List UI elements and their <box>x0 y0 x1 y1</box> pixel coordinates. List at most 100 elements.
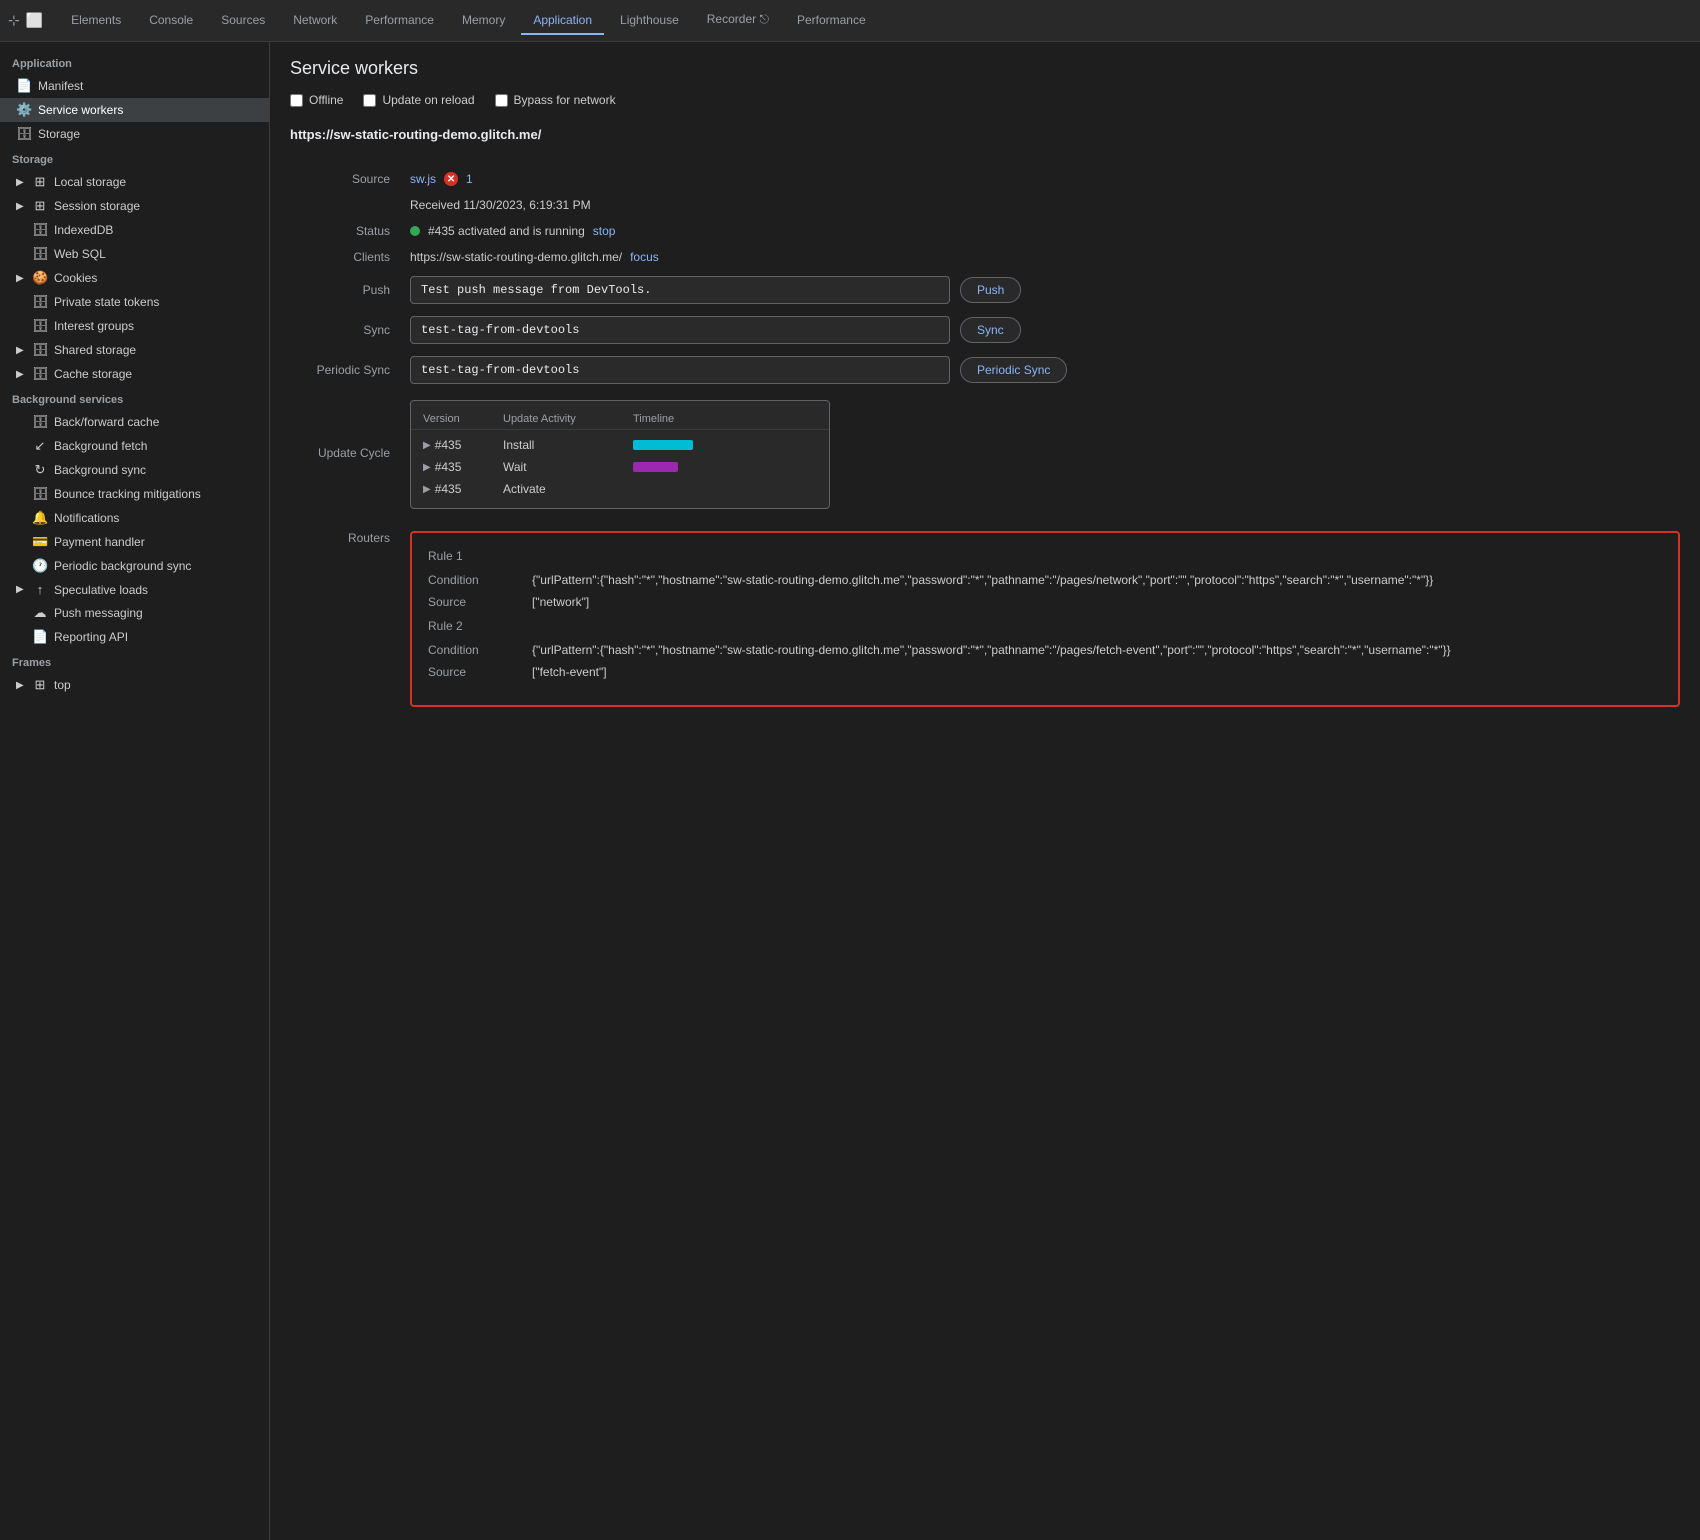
sidebar-item-cookies[interactable]: ▶ 🍪 Cookies <box>0 266 269 290</box>
bypass-for-network-checkbox-label[interactable]: Bypass for network <box>495 93 616 107</box>
offline-label: Offline <box>309 93 343 107</box>
expand-icon: ▶ <box>16 345 26 356</box>
rule-1-condition-label: Condition <box>428 571 528 589</box>
tab-memory[interactable]: Memory <box>450 7 517 35</box>
push-input-row: Push <box>410 276 1021 304</box>
table-row[interactable]: ▶ #435 Install <box>411 434 829 456</box>
activity-header: Update Activity <box>503 413 633 425</box>
bg-sync-icon: ↻ <box>32 462 48 478</box>
device-icon[interactable]: ⬜ <box>26 12 43 29</box>
sidebar-item-indexeddb[interactable]: ▶ 🗄 IndexedDB <box>0 218 269 242</box>
periodic-sync-input[interactable] <box>410 356 950 384</box>
update-cycle-container: Version Update Activity Timeline ▶ #435 … <box>410 400 830 509</box>
version-cell-2: ▶ #435 <box>423 460 503 474</box>
sidebar-item-periodic-bg-sync[interactable]: ▶ 🕐 Periodic background sync <box>0 554 269 578</box>
sync-button[interactable]: Sync <box>960 317 1021 343</box>
timeline-header: Timeline <box>633 413 817 425</box>
sidebar-item-private-state-tokens[interactable]: ▶ 🗄 Private state tokens <box>0 290 269 314</box>
tab-performance2[interactable]: Performance <box>785 7 878 35</box>
sidebar-indexeddb-label: IndexedDB <box>54 223 113 237</box>
tab-application[interactable]: Application <box>521 7 604 35</box>
storage-section-title: Storage <box>0 146 269 170</box>
sidebar-item-cache-storage[interactable]: ▶ 🗄 Cache storage <box>0 362 269 386</box>
sidebar-item-storage[interactable]: 🗄 Storage <box>0 122 269 146</box>
content-area: Service workers Offline Update on reload… <box>270 42 1700 1540</box>
rule-1-title: Rule 1 <box>428 549 1662 563</box>
version-1: #435 <box>435 438 462 452</box>
tab-recorder[interactable]: Recorder ⎋ <box>695 6 781 35</box>
update-cycle-label: Update Cycle <box>290 440 410 466</box>
expand-icon: ▶ <box>16 680 26 691</box>
storage-icon: 🗄 <box>16 126 32 142</box>
tab-lighthouse[interactable]: Lighthouse <box>608 7 691 35</box>
source-error-count[interactable]: 1 <box>466 172 473 186</box>
routers-outer: Routers Rule 1 Condition {"urlPattern":{… <box>290 523 1680 707</box>
rule-2-title: Rule 2 <box>428 619 1662 633</box>
checkboxes-row: Offline Update on reload Bypass for netw… <box>290 93 1680 107</box>
sidebar-item-web-sql[interactable]: ▶ 🗄 Web SQL <box>0 242 269 266</box>
clients-url: https://sw-static-routing-demo.glitch.me… <box>410 250 622 264</box>
sidebar-item-local-storage[interactable]: ▶ ⊞ Local storage <box>0 170 269 194</box>
bypass-for-network-checkbox[interactable] <box>495 94 508 107</box>
sidebar-interest-groups-label: Interest groups <box>54 319 134 333</box>
sidebar-item-manifest[interactable]: 📄 Manifest <box>0 74 269 98</box>
source-value: sw.js ✕ 1 <box>410 166 1680 192</box>
sidebar-item-shared-storage[interactable]: ▶ 🗄 Shared storage <box>0 338 269 362</box>
timeline-bar-1 <box>633 440 693 450</box>
version-arrow-icon: ▶ <box>423 440 431 451</box>
sidebar-item-top[interactable]: ▶ ⊞ top <box>0 673 269 697</box>
service-workers-icon: ⚙️ <box>16 102 32 118</box>
tab-elements[interactable]: Elements <box>59 7 133 35</box>
clients-label: Clients <box>290 244 410 270</box>
indexeddb-icon: 🗄 <box>32 222 48 238</box>
sidebar-periodic-bg-sync-label: Periodic background sync <box>54 559 191 573</box>
sidebar-item-notifications[interactable]: ▶ 🔔 Notifications <box>0 506 269 530</box>
activity-cell-2: Wait <box>503 460 633 474</box>
sync-input[interactable] <box>410 316 950 344</box>
update-on-reload-checkbox[interactable] <box>363 94 376 107</box>
sidebar-bg-fetch-label: Background fetch <box>54 439 147 453</box>
stop-link[interactable]: stop <box>593 224 616 238</box>
sidebar-item-push-messaging[interactable]: ▶ ☁ Push messaging <box>0 601 269 625</box>
received-value: Received 11/30/2023, 6:19:31 PM <box>410 192 1680 218</box>
source-link[interactable]: sw.js <box>410 172 436 186</box>
tab-sources[interactable]: Sources <box>209 7 277 35</box>
tab-console[interactable]: Console <box>137 7 205 35</box>
sidebar-item-reporting-api[interactable]: ▶ 📄 Reporting API <box>0 625 269 649</box>
periodic-sync-value: Periodic Sync <box>410 350 1680 390</box>
received-label-spacer <box>290 199 410 211</box>
info-grid: Source sw.js ✕ 1 Received 11/30/2023, 6:… <box>290 166 1680 515</box>
focus-link[interactable]: focus <box>630 250 659 264</box>
sidebar-item-bounce-tracking[interactable]: ▶ 🗄 Bounce tracking mitigations <box>0 482 269 506</box>
cache-storage-icon: 🗄 <box>32 366 48 382</box>
push-input[interactable] <box>410 276 950 304</box>
sidebar-item-back-forward-cache[interactable]: ▶ 🗄 Back/forward cache <box>0 410 269 434</box>
offline-checkbox-label[interactable]: Offline <box>290 93 343 107</box>
update-on-reload-checkbox-label[interactable]: Update on reload <box>363 93 474 107</box>
offline-checkbox[interactable] <box>290 94 303 107</box>
page-title: Service workers <box>290 58 1680 79</box>
clients-value: https://sw-static-routing-demo.glitch.me… <box>410 244 1680 270</box>
table-row[interactable]: ▶ #435 Wait <box>411 456 829 478</box>
sidebar-item-background-fetch[interactable]: ▶ ↙ Background fetch <box>0 434 269 458</box>
version-arrow-icon: ▶ <box>423 462 431 473</box>
sidebar-item-interest-groups[interactable]: ▶ 🗄 Interest groups <box>0 314 269 338</box>
bg-services-section-title: Background services <box>0 386 269 410</box>
periodic-bg-sync-icon: 🕐 <box>32 558 48 574</box>
sidebar-item-background-sync[interactable]: ▶ ↻ Background sync <box>0 458 269 482</box>
sidebar-item-session-storage[interactable]: ▶ ⊞ Session storage <box>0 194 269 218</box>
sidebar-item-payment-handler[interactable]: ▶ 💳 Payment handler <box>0 530 269 554</box>
update-cycle-table: Version Update Activity Timeline ▶ #435 … <box>410 400 830 509</box>
pointer-icon[interactable]: ⊹ <box>8 12 20 29</box>
sidebar-item-service-workers[interactable]: ⚙️ Service workers <box>0 98 269 122</box>
session-storage-icon: ⊞ <box>32 198 48 214</box>
table-row[interactable]: ▶ #435 Activate <box>411 478 829 500</box>
rule-2-grid: Condition {"urlPattern":{"hash":"*","hos… <box>428 641 1662 681</box>
periodic-sync-button[interactable]: Periodic Sync <box>960 357 1067 383</box>
sidebar-item-speculative-loads[interactable]: ▶ ↑ Speculative loads <box>0 578 269 601</box>
reporting-api-icon: 📄 <box>32 629 48 645</box>
push-button[interactable]: Push <box>960 277 1021 303</box>
tab-performance[interactable]: Performance <box>353 7 446 35</box>
tab-network[interactable]: Network <box>281 7 349 35</box>
service-worker-url: https://sw-static-routing-demo.glitch.me… <box>290 127 1680 150</box>
